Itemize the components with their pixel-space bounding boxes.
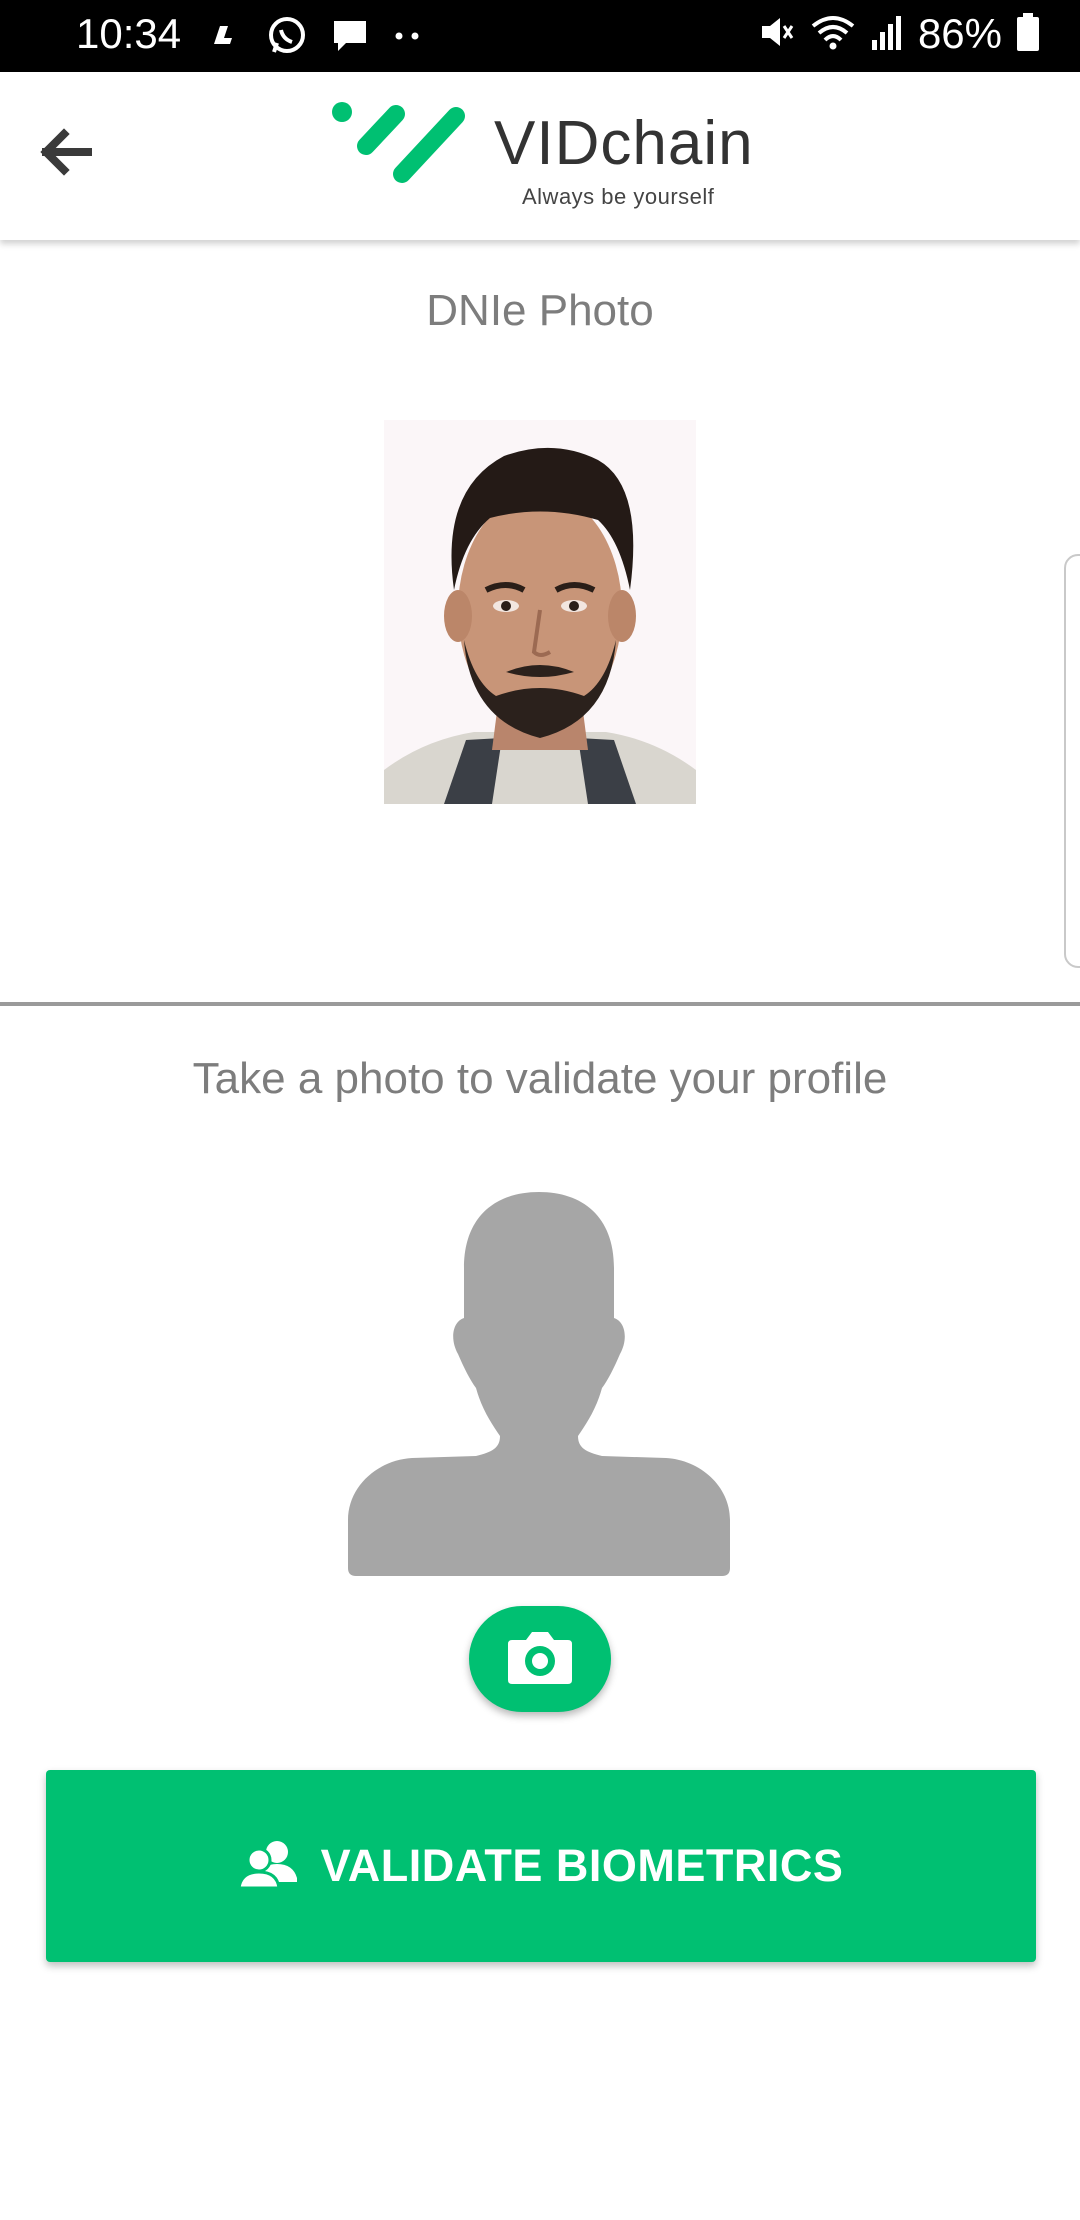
status-time: 10:34 bbox=[76, 10, 182, 57]
logo-tagline: Always be yourself bbox=[522, 184, 715, 209]
camera-icon bbox=[506, 1628, 574, 1691]
validate-biometrics-label: VALIDATE BIOMETRICS bbox=[320, 1840, 844, 1891]
users-icon bbox=[236, 1838, 299, 1895]
take-photo-button[interactable] bbox=[469, 1606, 611, 1712]
side-panel-handle[interactable] bbox=[1064, 554, 1080, 968]
wifi-icon bbox=[810, 12, 856, 57]
section-divider bbox=[0, 1002, 1080, 1006]
dnie-photo bbox=[384, 420, 696, 804]
vidchain-logo-mark bbox=[332, 102, 465, 183]
arrow-left-icon bbox=[34, 120, 98, 189]
system-icons: 86% bbox=[756, 10, 1040, 58]
vidchain-logo: VIDchain Always be yourself bbox=[326, 98, 756, 218]
validate-biometrics-button[interactable]: VALIDATE BIOMETRICS bbox=[46, 1770, 1036, 1962]
status-bar: 10:34 86% bbox=[0, 0, 1080, 72]
app-bar: VIDchain Always be yourself bbox=[0, 72, 1080, 240]
take-photo-title: Take a photo to validate your profile bbox=[192, 1054, 888, 1103]
battery-icon bbox=[1016, 12, 1040, 57]
mute-icon bbox=[756, 12, 796, 57]
whatsapp-icon bbox=[266, 14, 308, 61]
person-silhouette-icon bbox=[346, 1188, 732, 1576]
dnie-photo-title: DNIe Photo bbox=[426, 286, 654, 335]
app-icon bbox=[210, 18, 244, 57]
logo-name: VIDchain bbox=[494, 109, 754, 178]
notification-icons bbox=[210, 14, 422, 61]
message-icon bbox=[330, 15, 370, 60]
signal-icon bbox=[870, 12, 904, 57]
battery-percent: 86% bbox=[917, 10, 1002, 57]
back-button[interactable] bbox=[24, 112, 108, 196]
more-dots-icon bbox=[392, 29, 422, 47]
